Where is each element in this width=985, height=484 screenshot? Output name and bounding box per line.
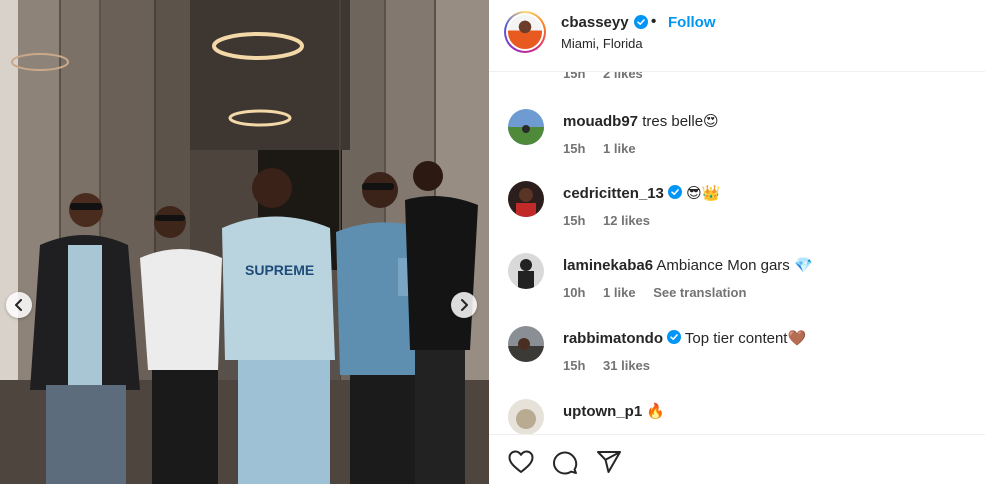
comment-likes[interactable]: 1 like <box>603 141 636 156</box>
comment-time: 10h <box>563 285 586 300</box>
comment-likes[interactable]: 31 likes <box>603 358 650 373</box>
comment-likes[interactable]: 12 likes <box>603 213 650 228</box>
author-username[interactable]: cbasseyy <box>561 14 629 31</box>
post-location[interactable]: Miami, Florida <box>561 36 643 51</box>
comment-text-line: laminekaba6 Ambiance Mon gars 💎 <box>563 256 813 274</box>
post-side-panel: cbasseyy • Follow Miami, Florida 15h 2 l… <box>489 0 985 484</box>
post-header: cbasseyy • Follow Miami, Florida <box>489 0 985 72</box>
next-photo-button[interactable] <box>451 292 477 318</box>
comment-item: cedricitten_13 😎👑 15h 12 likes <box>489 181 985 251</box>
post-photo[interactable]: SUPREME <box>0 0 489 484</box>
partial-comment-meta: 15h 2 likes <box>563 72 657 81</box>
comment-icon[interactable] <box>552 450 578 476</box>
commenter-username[interactable]: rabbimatondo <box>563 330 663 347</box>
commenter-username[interactable]: uptown_p1 <box>563 403 642 420</box>
chevron-right-icon <box>461 299 468 311</box>
commenter-username[interactable]: mouadb97 <box>563 113 638 130</box>
chevron-left-icon <box>15 299 22 311</box>
comment-time: 15h <box>563 358 586 373</box>
comment-body: tres belle😍 <box>642 113 719 130</box>
comment-body: Ambiance Mon gars 💎 <box>656 257 813 274</box>
comment-item: mouadb97 tres belle😍 15h 1 like <box>489 109 985 179</box>
see-translation-button[interactable]: See translation <box>653 285 746 300</box>
comment-likes[interactable]: 2 likes <box>603 72 643 81</box>
commenter-username[interactable]: cedricitten_13 <box>563 185 664 202</box>
commenter-avatar[interactable] <box>508 253 544 289</box>
comment-meta: 10h 1 like See translation <box>563 285 760 300</box>
previous-photo-button[interactable] <box>6 292 32 318</box>
comment-text-line: cedricitten_13 😎👑 <box>563 184 720 202</box>
verified-badge-icon <box>667 185 682 199</box>
commenter-username[interactable]: laminekaba6 <box>563 257 653 274</box>
comment-text-line: rabbimatondo Top tier content🤎 <box>563 329 806 347</box>
commenter-avatar[interactable] <box>508 109 544 145</box>
comment-body: 🔥 <box>646 403 666 420</box>
comment-body: Top tier content🤎 <box>684 330 807 347</box>
commenter-avatar[interactable] <box>508 326 544 362</box>
comment-likes[interactable]: 1 like <box>603 285 636 300</box>
post-action-bar <box>489 434 985 484</box>
svg-text:SUPREME: SUPREME <box>245 262 314 278</box>
comments-list[interactable]: 15h 2 likes mouadb97 tres belle😍 15h 1 l… <box>489 72 985 434</box>
comment-time: 15h <box>563 141 586 156</box>
commenter-avatar[interactable] <box>508 399 544 434</box>
comment-meta: 15h 1 like <box>563 141 650 156</box>
comment-body: 😎👑 <box>686 185 721 202</box>
share-icon[interactable] <box>596 450 622 474</box>
commenter-avatar[interactable] <box>508 181 544 217</box>
comment-text-line: mouadb97 tres belle😍 <box>563 112 719 130</box>
verified-badge-icon <box>667 330 681 344</box>
comment-time: 15h <box>563 213 586 228</box>
comment-meta: 15h 31 likes <box>563 358 664 373</box>
verified-badge-icon <box>634 15 648 29</box>
comment-item: uptown_p1 🔥 <box>489 399 985 434</box>
header-separator: • <box>651 13 657 30</box>
comment-time: 15h <box>563 72 586 81</box>
comment-meta: 15h 12 likes <box>563 213 664 228</box>
comment-item: rabbimatondo Top tier content🤎 15h 31 li… <box>489 326 985 396</box>
author-avatar[interactable] <box>504 11 546 53</box>
heart-icon[interactable] <box>508 450 534 474</box>
comment-item: laminekaba6 Ambiance Mon gars 💎 10h 1 li… <box>489 253 985 323</box>
comment-text-line: uptown_p1 🔥 <box>563 402 665 420</box>
follow-button[interactable]: Follow <box>668 14 716 31</box>
post-photo-art: SUPREME <box>0 0 489 484</box>
